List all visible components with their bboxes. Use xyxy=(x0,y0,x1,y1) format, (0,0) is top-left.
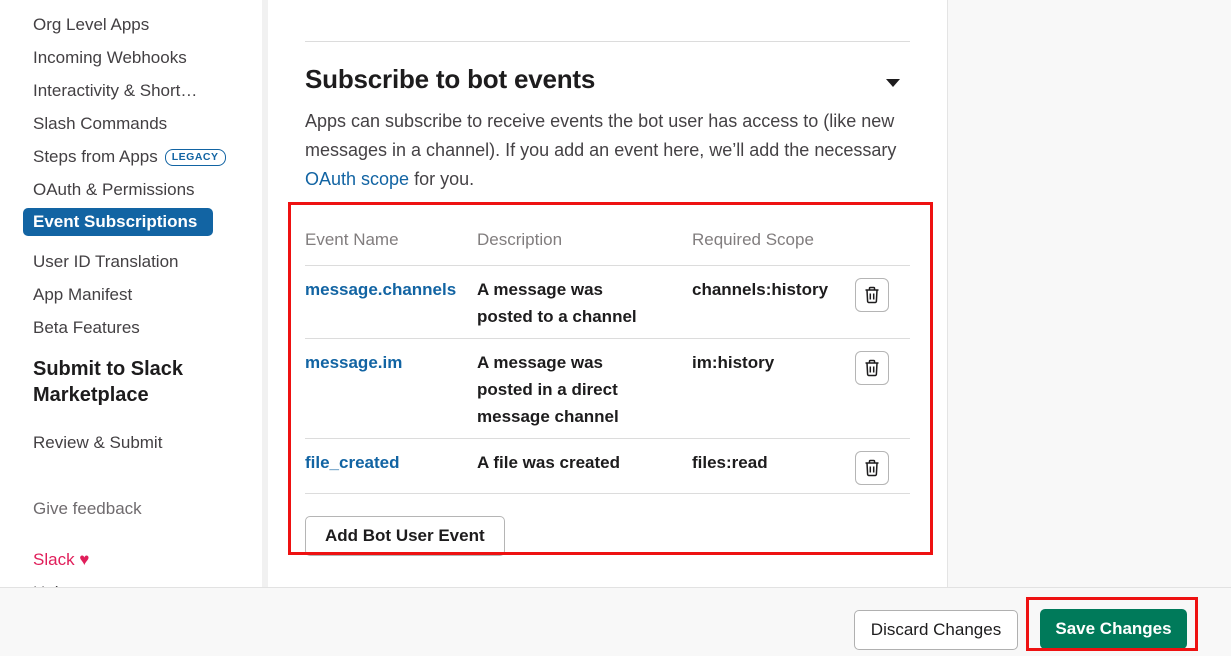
sidebar-item-beta-features[interactable]: Beta Features xyxy=(33,311,262,344)
sidebar-item-app-manifest[interactable]: App Manifest xyxy=(33,278,262,311)
sidebar-section-header-submit-to-marketplace: Submit to Slack Marketplace xyxy=(33,356,213,408)
discard-changes-button[interactable]: Discard Changes xyxy=(854,610,1018,650)
sidebar-item-give-feedback[interactable]: Give feedback xyxy=(33,492,262,525)
sidebar-item-interactivity-shortcuts[interactable]: Interactivity & Short… xyxy=(33,74,262,107)
event-required-scope: files:read xyxy=(692,449,855,485)
event-required-scope: channels:history xyxy=(692,276,855,330)
sidebar-item-slash-commands[interactable]: Slash Commands xyxy=(33,107,262,140)
table-row: file_created A file was created files:re… xyxy=(305,439,910,494)
event-name-link[interactable]: message.channels xyxy=(305,276,477,330)
save-changes-button[interactable]: Save Changes xyxy=(1040,609,1187,649)
event-required-scope: im:history xyxy=(692,349,855,430)
sidebar-item-incoming-webhooks[interactable]: Incoming Webhooks xyxy=(33,41,262,74)
sidebar-item-label: Steps from Apps xyxy=(33,147,158,166)
table-row: message.channels A message was posted to… xyxy=(305,266,910,339)
legacy-badge: LEGACY xyxy=(165,149,226,166)
event-description: A message was posted to a channel xyxy=(477,276,692,330)
right-margin-panel xyxy=(947,0,1231,587)
sidebar-item-help[interactable]: Help xyxy=(33,576,262,587)
add-bot-user-event-button[interactable]: Add Bot User Event xyxy=(305,516,505,556)
main-content: Subscribe to bot events Apps can subscri… xyxy=(268,0,947,587)
table-row: message.im A message was posted in a dir… xyxy=(305,339,910,439)
table-header-row: Event Name Description Required Scope xyxy=(305,220,910,266)
sidebar-item-slack-home[interactable]: Slack ♥ xyxy=(33,543,262,576)
sidebar-item-org-level-apps[interactable]: Org Level Apps xyxy=(33,8,262,41)
page: Org Level Apps Incoming Webhooks Interac… xyxy=(0,0,1231,656)
column-header-description: Description xyxy=(477,226,692,253)
section-top-divider xyxy=(305,41,910,42)
sidebar-item-user-id-translation[interactable]: User ID Translation xyxy=(33,245,262,278)
section-description: Apps can subscribe to receive events the… xyxy=(305,107,909,194)
trash-icon xyxy=(864,286,880,304)
sidebar-item-event-subscriptions-selected[interactable]: Event Subscriptions xyxy=(23,208,213,236)
collapse-caret-icon[interactable] xyxy=(886,79,900,87)
sidebar-item-oauth-permissions[interactable]: OAuth & Permissions xyxy=(33,173,262,206)
event-description: A message was posted in a direct message… xyxy=(477,349,692,430)
event-description: A file was created xyxy=(477,449,692,485)
delete-event-button[interactable] xyxy=(855,278,889,312)
sidebar-item-review-submit[interactable]: Review & Submit xyxy=(33,426,262,459)
page-title: Subscribe to bot events xyxy=(305,64,595,95)
sidebar-item-steps-from-apps[interactable]: Steps from Apps LEGACY xyxy=(33,140,262,173)
description-text: Apps can subscribe to receive events the… xyxy=(305,111,896,160)
column-header-event-name: Event Name xyxy=(305,226,477,253)
bot-events-table: Event Name Description Required Scope me… xyxy=(305,220,910,494)
oauth-scope-link[interactable]: OAuth scope xyxy=(305,169,409,189)
column-header-required-scope: Required Scope xyxy=(692,226,855,253)
event-name-link[interactable]: file_created xyxy=(305,449,477,485)
delete-event-button[interactable] xyxy=(855,451,889,485)
delete-event-button[interactable] xyxy=(855,351,889,385)
save-bar: Discard Changes Save Changes xyxy=(0,587,1231,656)
sidebar-nav: Org Level Apps Incoming Webhooks Interac… xyxy=(0,0,262,587)
trash-icon xyxy=(864,359,880,377)
trash-icon xyxy=(864,459,880,477)
event-name-link[interactable]: message.im xyxy=(305,349,477,430)
description-text-after: for you. xyxy=(409,169,474,189)
section-header-row: Subscribe to bot events xyxy=(305,64,910,95)
